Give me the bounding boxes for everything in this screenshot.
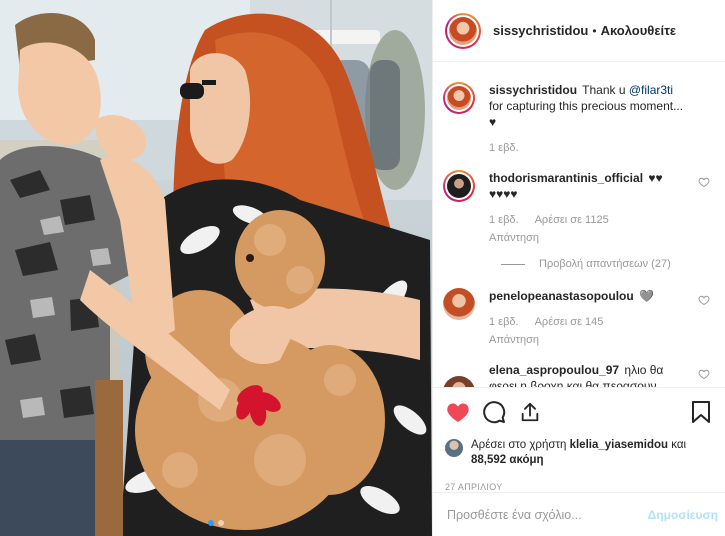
post-photo[interactable] (0, 0, 432, 536)
comment-item: elena_aspropoulou_97 ηλιο θα φερει η βρο… (443, 362, 710, 387)
liked-by: Αρέσει στο χρήστη klelia_yiasemidou και … (445, 438, 714, 468)
post-actions: Αρέσει στο χρήστη klelia_yiasemidou και … (433, 387, 725, 492)
comment-username[interactable]: thodorismarantinis_official (489, 171, 643, 185)
comment-likes[interactable]: Αρέσει σε 1125 (535, 212, 609, 228)
comment-avatar[interactable] (443, 376, 475, 387)
post-date[interactable]: 27 ΑΠΡΙΛΙΟΥ (445, 482, 714, 492)
comment-meta: 1 εβδ. Αρέσει σε 145 (489, 314, 686, 330)
comment-meta: 1 εβδ. (489, 140, 686, 156)
share-upload-icon[interactable] (517, 399, 543, 425)
comment-likes[interactable]: Αρέσει σε 145 (535, 314, 604, 330)
comment-like-heart-icon[interactable] (698, 368, 710, 380)
carousel-dot (218, 520, 224, 526)
view-replies-line (501, 263, 525, 265)
author-username[interactable]: sissychristidou (493, 23, 588, 38)
post-header: sissychristidou • Ακολουθείτε (433, 0, 725, 62)
comment-username[interactable]: sissychristidou (489, 83, 577, 97)
photo-illustration (0, 0, 432, 536)
comment-time[interactable]: 1 εβδ. (489, 212, 519, 228)
comment-item: thodorismarantinis_official ♥♥ ♥♥♥♥ 1 εβ… (443, 170, 710, 246)
carousel-dot-active (208, 520, 214, 526)
header-separator: • (592, 23, 597, 38)
like-heart-filled-icon[interactable] (445, 399, 471, 425)
liker-username[interactable]: klelia_yiasemidou (570, 439, 668, 451)
comment-avatar[interactable] (443, 170, 475, 202)
comment-input[interactable] (447, 507, 648, 522)
comment-like-heart-icon[interactable] (698, 294, 710, 306)
comments-list[interactable]: sissychristidou Thank u @filar3ti for ca… (433, 62, 725, 387)
likes-prefix: Αρέσει στο χρήστη (471, 439, 570, 451)
action-icons-row (445, 398, 714, 426)
reply-button[interactable]: Απάντηση (489, 230, 686, 246)
comment-item: penelopeanastasopoulou 🩶 1 εβδ. Αρέσει σ… (443, 288, 710, 348)
post-comment-button[interactable]: Δημοσίευση (648, 508, 718, 522)
comment-text: for capturing this precious moment... ♥ (489, 99, 684, 129)
view-replies-label: Προβολή απαντήσεων (27) (539, 258, 671, 270)
likes-middle: και (668, 439, 687, 451)
likes-count[interactable]: 88,592 ακόμη (471, 454, 544, 466)
comment-bubble-icon[interactable] (481, 399, 507, 425)
author-avatar[interactable] (445, 12, 481, 49)
comment-like-heart-icon[interactable] (698, 176, 710, 188)
add-comment-bar: Δημοσίευση (433, 492, 725, 536)
bookmark-icon[interactable] (688, 399, 714, 425)
view-replies-button[interactable]: Προβολή απαντήσεων (27) (501, 258, 710, 270)
mention-link[interactable]: @filar3ti (629, 83, 673, 97)
liker-avatar[interactable] (445, 439, 463, 457)
carousel-dots (208, 520, 224, 526)
following-status[interactable]: Ακολουθείτε (601, 23, 677, 38)
post-sidebar: sissychristidou • Ακολουθείτε sissychris… (432, 0, 725, 536)
reply-button[interactable]: Απάντηση (489, 332, 686, 348)
comment-text: Thank u (582, 83, 629, 97)
caption-comment: sissychristidou Thank u @filar3ti for ca… (443, 82, 710, 156)
comment-avatar[interactable] (443, 82, 475, 114)
comment-meta: 1 εβδ. Αρέσει σε 1125 (489, 212, 686, 228)
comment-avatar[interactable] (443, 288, 475, 320)
comment-time[interactable]: 1 εβδ. (489, 140, 519, 156)
comment-text: 🩶 (639, 289, 654, 303)
comment-username[interactable]: elena_aspropoulou_97 (489, 363, 619, 377)
comment-username[interactable]: penelopeanastasopoulou (489, 289, 634, 303)
comment-time[interactable]: 1 εβδ. (489, 314, 519, 330)
